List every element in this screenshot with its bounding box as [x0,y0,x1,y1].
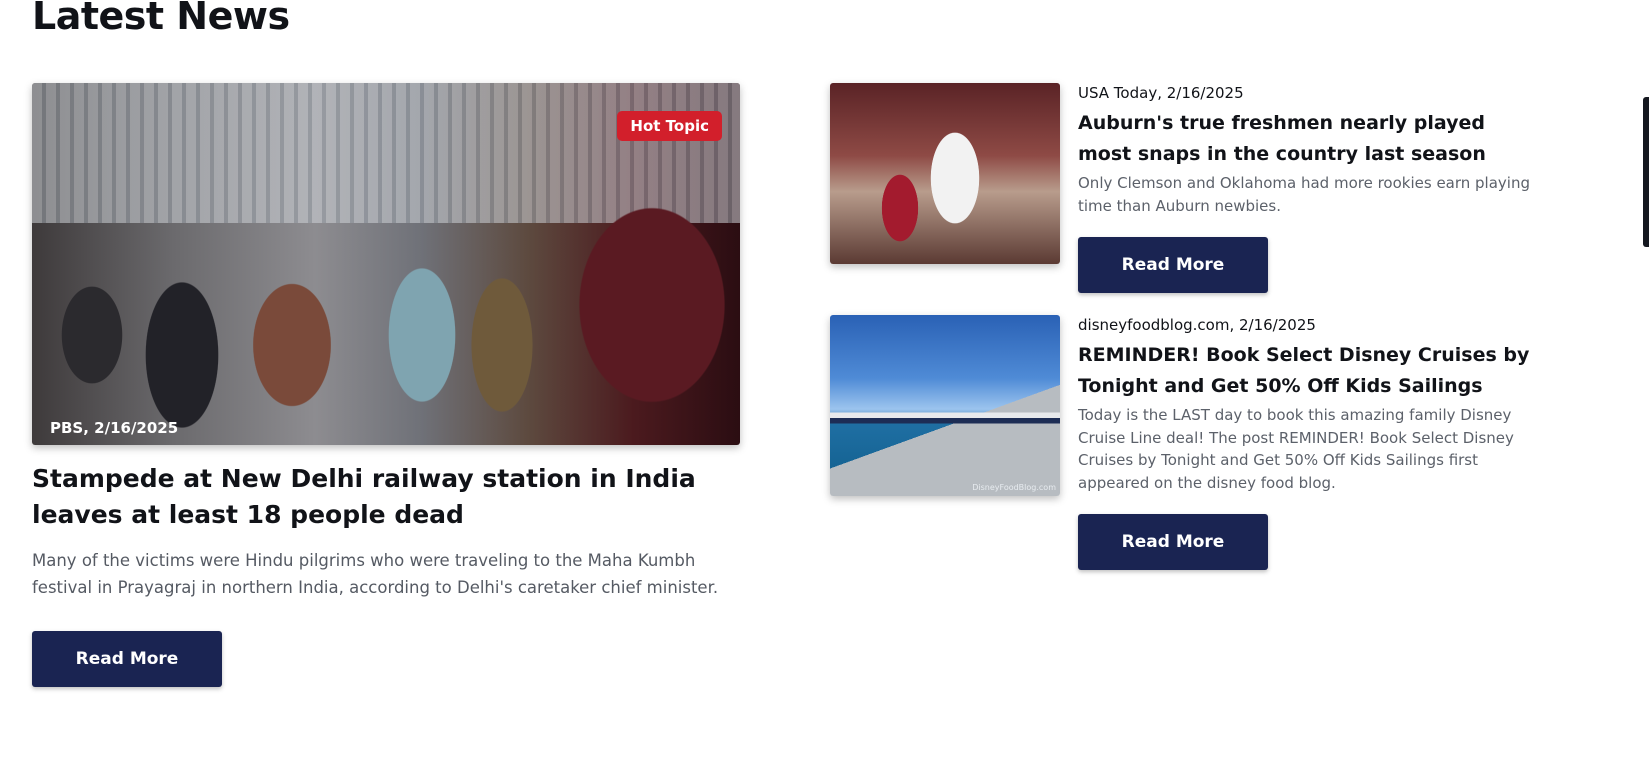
page-title: Latest News [32,0,290,38]
read-more-button[interactable]: Read More [1078,237,1268,293]
news-item-description: Today is the LAST day to book this amazi… [1078,406,1514,492]
news-item-thumbnail[interactable]: DisneyFoodBlog.com [830,315,1060,496]
featured-article-title[interactable]: Stampede at New Delhi railway station in… [32,461,740,533]
featured-source-date: PBS, 2/16/2025 [50,419,179,437]
featured-article-image[interactable]: Hot Topic PBS, 2/16/2025 [32,83,740,445]
featured-article-description: Many of the victims were Hindu pilgrims … [32,551,719,597]
image-watermark: DisneyFoodBlog.com [972,483,1056,492]
news-item-body: USA Today, 2/16/2025 Auburn's true fresh… [1078,83,1533,293]
news-item-body: disneyfoodblog.com, 2/16/2025 REMINDER! … [1078,315,1533,570]
news-item-title[interactable]: Auburn's true freshmen nearly played mos… [1078,108,1533,170]
news-item-description: Only Clemson and Oklahoma had more rooki… [1078,174,1530,215]
news-item-thumbnail[interactable] [830,83,1060,264]
news-item-title[interactable]: REMINDER! Book Select Disney Cruises by … [1078,340,1533,402]
hot-topic-badge: Hot Topic [617,111,722,141]
news-item-source-date: USA Today, 2/16/2025 [1078,84,1244,102]
news-item-source-date: disneyfoodblog.com, 2/16/2025 [1078,316,1316,334]
scrollbar-thumb[interactable] [1643,97,1649,247]
featured-article: Hot Topic PBS, 2/16/2025 Stampede at New… [32,83,740,687]
read-more-button[interactable]: Read More [1078,514,1268,570]
crowd-graphic [32,185,740,445]
featured-read-more-button[interactable]: Read More [32,631,222,687]
